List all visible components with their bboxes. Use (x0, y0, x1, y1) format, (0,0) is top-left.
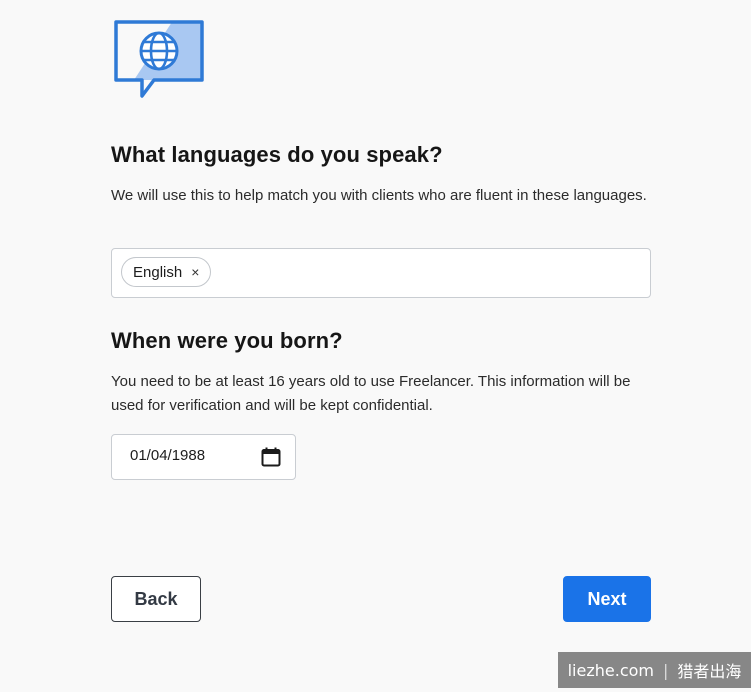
watermark-brand: 猎者出海 (677, 662, 742, 681)
calendar-icon[interactable] (261, 447, 281, 467)
watermark: liezhe.com | 猎者出海 (558, 652, 751, 688)
languages-heading: What languages do you speak? (111, 142, 443, 167)
languages-description: We will use this to help match you with … (111, 187, 647, 204)
back-button[interactable]: Back (111, 576, 201, 622)
birthdate-value: 01/04/1988 (130, 447, 206, 464)
languages-input[interactable]: English × (111, 248, 651, 298)
next-button[interactable]: Next (563, 576, 651, 622)
language-chip-label: English (133, 263, 183, 281)
birthdate-field[interactable]: 01/04/1988 (111, 434, 296, 480)
language-chip-english: English × (121, 257, 212, 287)
watermark-separator: | (662, 660, 669, 680)
birthdate-heading: When were you born? (111, 328, 343, 353)
watermark-site: liezhe.com (567, 660, 654, 680)
speech-bubble-globe-icon (114, 20, 204, 98)
birthdate-description: You need to be at least 16 years old to … (111, 373, 631, 414)
remove-language-icon[interactable]: × (191, 264, 199, 280)
